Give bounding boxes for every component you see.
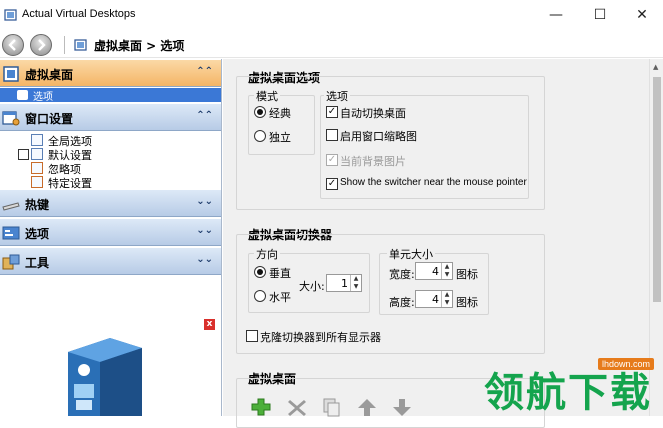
- expand-icon[interactable]: ⌄⌄: [196, 225, 213, 236]
- app-icon: [4, 9, 17, 21]
- expand-icon[interactable]: ⌄⌄: [196, 254, 213, 265]
- desktop-icon: [3, 66, 19, 82]
- clone-switcher-label: 克隆切换器到所有显示器: [260, 332, 381, 344]
- move-down-icon[interactable]: [391, 397, 413, 417]
- default-settings-checkbox[interactable]: [18, 149, 29, 160]
- global-options-icon: [31, 134, 43, 146]
- cell-width-label: 宽度:: [389, 268, 415, 281]
- mode-group: [248, 95, 315, 155]
- section-tools[interactable]: 工具 ⌄⌄: [0, 247, 221, 275]
- mode-classic-label: 经典: [269, 107, 291, 120]
- size-label: 大小:: [299, 280, 325, 293]
- collapse-icon[interactable]: ⌃⌃: [196, 110, 213, 121]
- back-button[interactable]: [2, 34, 24, 56]
- navigation-pane: 虚拟桌面 ⌃⌃ 选项 窗口设置 ⌃⌃ 全局选项 默认设置 忽略项 特定设置 热键: [0, 59, 222, 416]
- copy-desktop-icon[interactable]: [320, 397, 342, 417]
- toolbar: 虚拟桌面 > 选项: [0, 30, 663, 58]
- direction-legend: 方向: [254, 246, 280, 262]
- mode-independent-label: 独立: [269, 131, 291, 144]
- section-label: 窗口设置: [25, 112, 74, 126]
- section-hotkeys[interactable]: 热键 ⌄⌄: [0, 189, 221, 217]
- window-thumbnails-label: 启用窗口缩略图: [340, 131, 417, 143]
- cell-height-label: 高度:: [389, 296, 415, 309]
- scrollbar-thumb[interactable]: [653, 77, 661, 302]
- section-options[interactable]: 选项 ⌄⌄: [0, 218, 221, 246]
- arrow-right-icon: [38, 39, 46, 51]
- move-up-icon[interactable]: [356, 397, 378, 417]
- section-virtual-desktops[interactable]: 虚拟桌面 ⌃⌃: [0, 59, 221, 87]
- window-thumbnails-checkbox[interactable]: [326, 129, 338, 141]
- options-legend: 选项: [324, 88, 350, 104]
- watermark-url: lhdown.com: [598, 358, 655, 370]
- show-switcher-near-pointer-label: Show the switcher near the mouse pointer: [340, 177, 527, 188]
- add-desktop-icon[interactable]: [250, 397, 272, 417]
- auto-switch-label: 自动切换桌面: [340, 108, 406, 120]
- current-wallpaper-checkbox: ✓: [326, 154, 338, 166]
- options-icon: [2, 226, 20, 240]
- forward-button[interactable]: [30, 34, 52, 56]
- mode-legend: 模式: [254, 88, 280, 104]
- section-label: 选项: [25, 227, 50, 241]
- delete-desktop-icon[interactable]: [286, 397, 308, 417]
- promo-close-icon[interactable]: x: [204, 319, 215, 330]
- mode-independent-radio[interactable]: [254, 130, 266, 142]
- spin-arrows-icon[interactable]: ▲ ▼: [441, 263, 452, 279]
- section-window-settings[interactable]: 窗口设置 ⌃⌃: [0, 103, 221, 131]
- current-wallpaper-label: 当前背景图片: [340, 156, 406, 168]
- breadcrumb: 虚拟桌面 > 选项: [94, 39, 185, 53]
- arrow-left-icon: [8, 39, 16, 51]
- cell-size-legend: 单元大小: [387, 246, 435, 262]
- title-bar: Actual Virtual Desktops — ☐ ✕: [0, 0, 663, 30]
- cell-height-unit: 图标: [456, 296, 478, 309]
- breadcrumb-desktop-icon: [74, 39, 87, 51]
- ignore-icon: [31, 162, 43, 174]
- size-value: 1: [341, 277, 348, 290]
- spin-arrows-icon[interactable]: ▲ ▼: [350, 275, 361, 291]
- direction-horizontal-label: 水平: [269, 291, 291, 304]
- direction-vertical-label: 垂直: [269, 267, 291, 280]
- close-button[interactable]: ✕: [622, 0, 662, 30]
- sidebar-item-options[interactable]: 选项: [0, 88, 221, 103]
- cell-height-stepper[interactable]: 4 ▲ ▼: [415, 290, 453, 308]
- toolbar-separator: [64, 36, 65, 54]
- auto-switch-checkbox[interactable]: ✓: [326, 106, 338, 118]
- sidebar-item-label: 选项: [33, 92, 53, 103]
- spin-arrows-icon[interactable]: ▲ ▼: [441, 291, 452, 307]
- tools-icon: [2, 254, 20, 270]
- cell-width-value: 4: [432, 265, 439, 278]
- product-box-image: [68, 338, 142, 416]
- watermark-logo: 领航下载 lhdown.com: [478, 352, 663, 416]
- section-label: 工具: [25, 256, 50, 270]
- section-label: 热键: [25, 198, 50, 212]
- mode-classic-radio[interactable]: [254, 106, 266, 118]
- cell-width-unit: 图标: [456, 268, 478, 281]
- cell-width-stepper[interactable]: 4 ▲ ▼: [415, 262, 453, 280]
- show-switcher-near-pointer-checkbox[interactable]: ✓: [326, 178, 338, 190]
- scroll-up-icon[interactable]: ▲: [653, 63, 658, 71]
- clone-switcher-checkbox[interactable]: [246, 330, 258, 342]
- size-stepper[interactable]: 1 ▲ ▼: [326, 274, 362, 292]
- default-settings-icon: [31, 148, 43, 160]
- window-title: Actual Virtual Desktops: [22, 8, 136, 20]
- expand-icon[interactable]: ⌄⌄: [196, 196, 213, 207]
- minimize-button[interactable]: —: [536, 0, 576, 30]
- window-settings-icon: [2, 111, 20, 126]
- collapse-icon[interactable]: ⌃⌃: [196, 66, 213, 77]
- specific-settings-icon: [31, 176, 43, 188]
- section-label: 虚拟桌面: [25, 68, 74, 82]
- keyboard-icon: [2, 202, 20, 211]
- maximize-button[interactable]: ☐: [580, 0, 620, 30]
- direction-horizontal-radio[interactable]: [254, 290, 266, 302]
- cell-height-value: 4: [432, 293, 439, 306]
- direction-vertical-radio[interactable]: [254, 266, 266, 278]
- options-item-icon: [17, 90, 28, 100]
